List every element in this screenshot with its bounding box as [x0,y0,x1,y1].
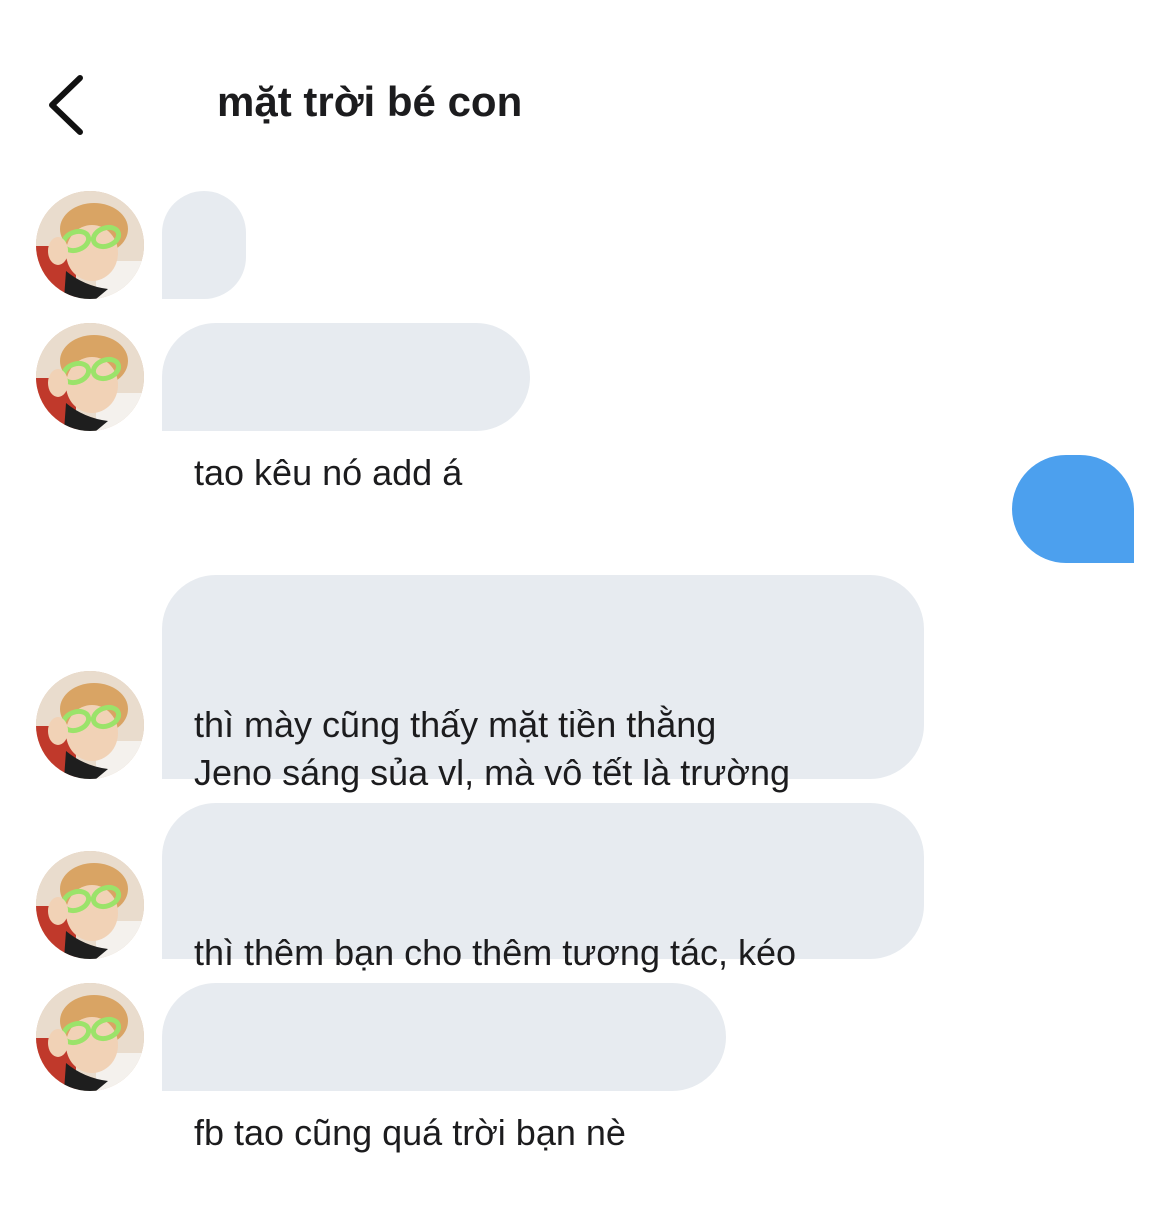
avatar-photo [36,671,144,779]
avatar-photo [36,983,144,1091]
message-bubble-incoming[interactable]: tao kêu nó add á [162,323,530,493]
contact-avatar[interactable] [36,671,144,779]
message-text: ??? [1042,584,1104,625]
message-bubble-incoming[interactable]: à [162,191,246,361]
contact-avatar[interactable] [36,851,144,959]
contact-avatar[interactable] [36,983,144,1091]
contact-avatar[interactable] [36,191,144,299]
avatar-photo [36,191,144,299]
message-bubble-outgoing[interactable]: ??? [1012,455,1134,625]
chat-header: mặt trời bé con [0,0,1169,180]
message-text: fb tao cũng quá trời bạn nè [194,1112,626,1153]
avatar-photo [36,851,144,959]
message-bubble-incoming[interactable]: thì mày cũng thấy mặt tiền thằng Jeno sá… [162,575,924,841]
message-bubble-incoming[interactable]: fb tao cũng quá trời bạn nè [162,983,726,1153]
conversation-title: mặt trời bé con [217,78,523,125]
back-button[interactable] [40,70,100,140]
avatar-photo [36,323,144,431]
chevron-left-icon [49,75,83,135]
contact-avatar[interactable] [36,323,144,431]
message-bubble-incoming[interactable]: thì thêm bạn cho thêm tương tác, kéo lớp… [162,803,924,1021]
message-text: tao kêu nó add á [194,452,463,493]
